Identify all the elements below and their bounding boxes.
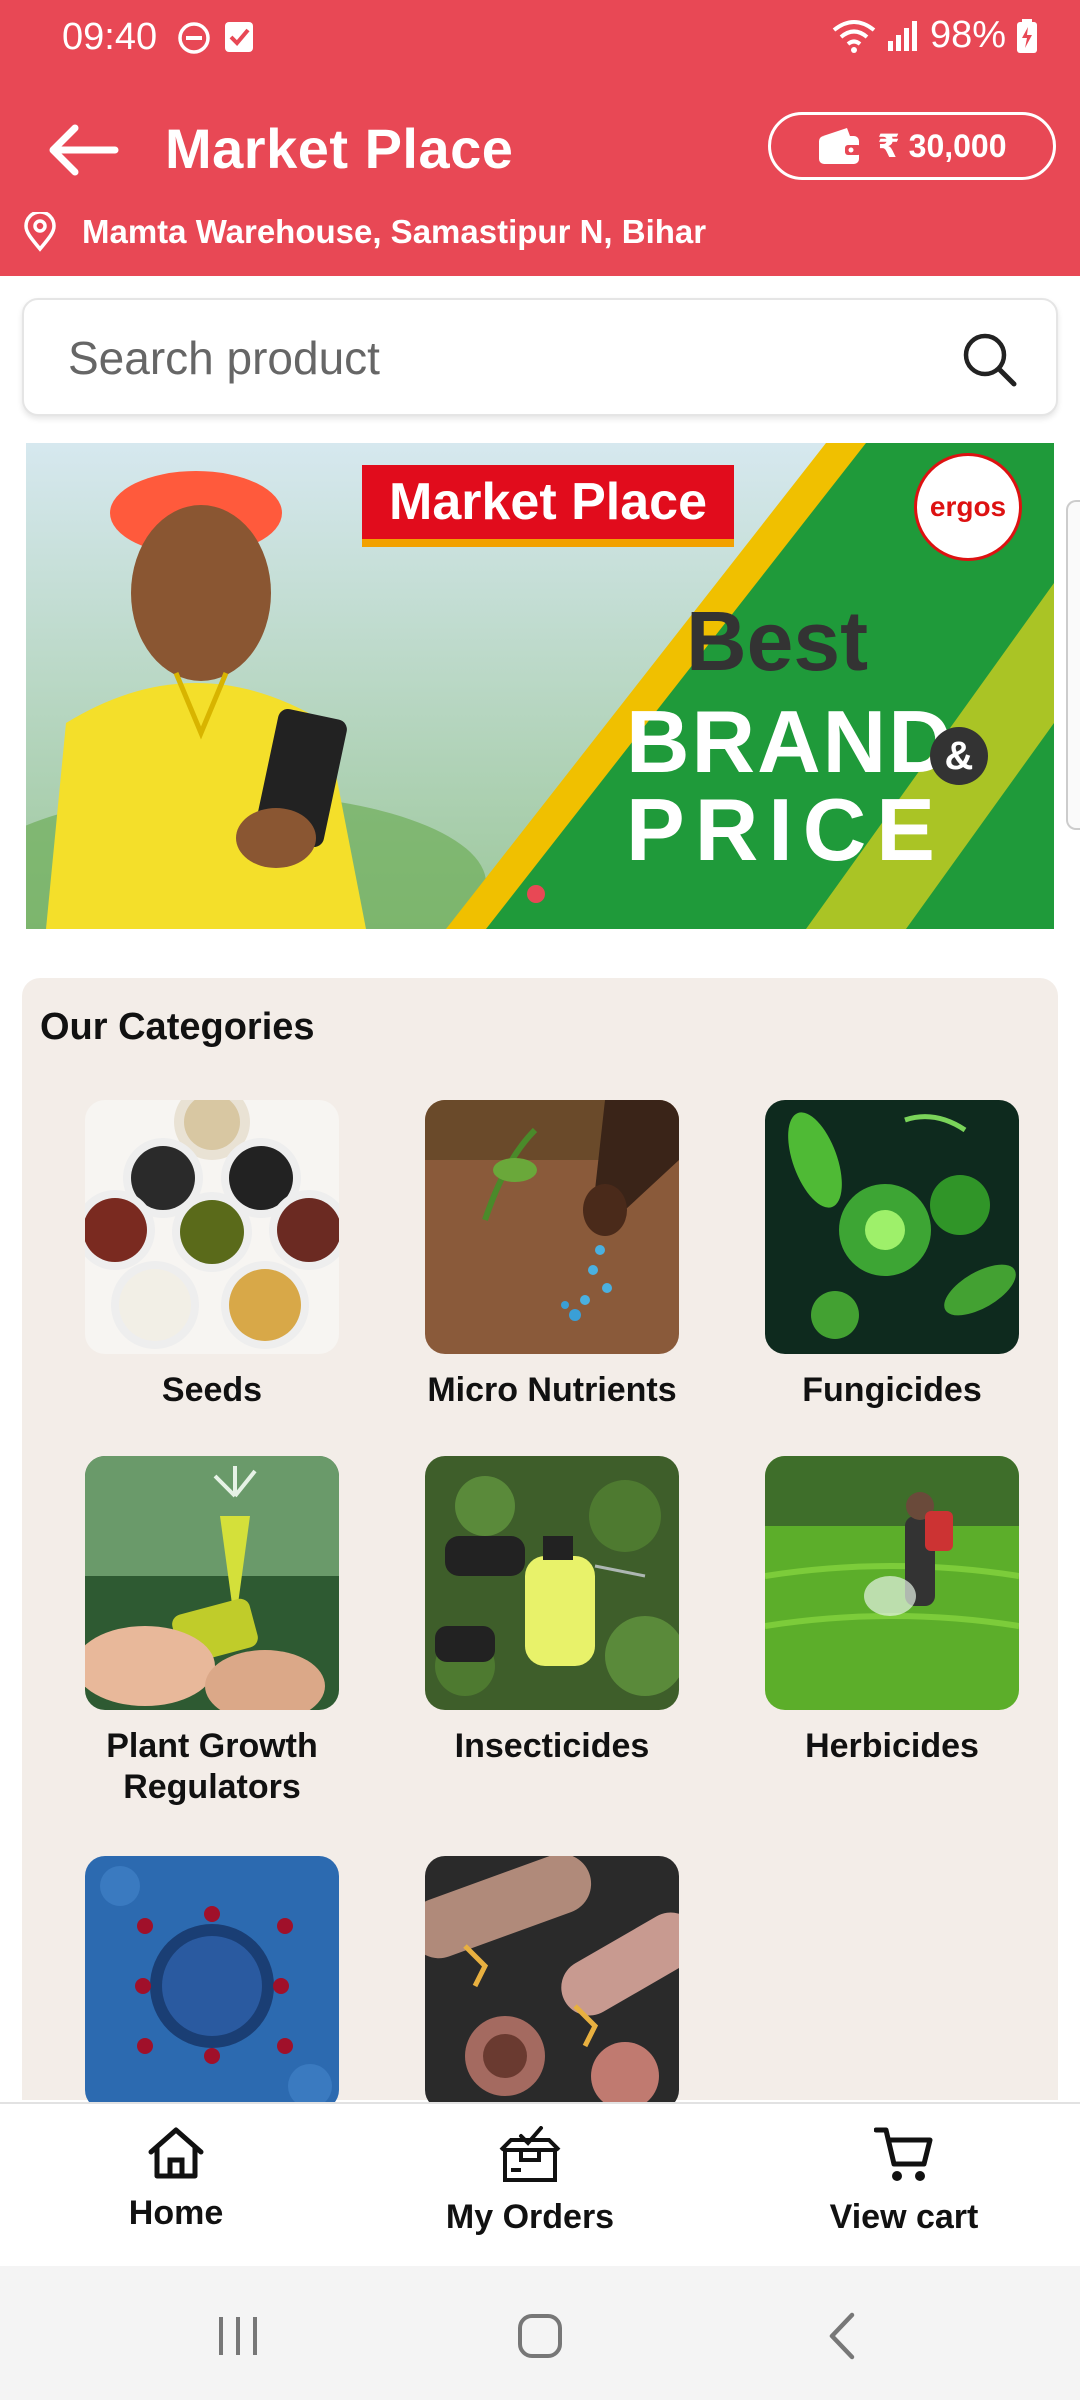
search-input[interactable] — [68, 320, 928, 396]
battery-charging-icon — [1017, 18, 1037, 53]
battery-percent: 98% — [929, 14, 1006, 56]
checkbox-icon — [225, 22, 253, 52]
category-plant-growth-regulators[interactable]: Plant Growth Regulators — [42, 1456, 382, 1808]
system-back-button[interactable] — [802, 2306, 882, 2366]
bottom-navigation: Home My Orders View cart — [0, 2102, 1080, 2266]
wallet-icon — [819, 128, 862, 164]
banner-line-brand: BRAND — [626, 692, 954, 791]
orders-box-icon — [499, 2126, 561, 2182]
back-button[interactable] — [40, 108, 124, 192]
home-circle-icon — [518, 2314, 562, 2358]
do-not-disturb-icon — [178, 22, 210, 54]
status-bar: 09:40 98% — [0, 0, 1080, 78]
promo-banner[interactable]: Market Place ergos Best BRAND & PRICE — [26, 443, 1054, 929]
recent-apps-icon — [219, 2317, 257, 2355]
nav-label: My Orders — [445, 2198, 615, 2236]
herbicides-image — [765, 1456, 1019, 1710]
category-label: Seeds — [161, 1371, 263, 1409]
category-insecticides[interactable]: Insecticides — [382, 1456, 722, 1767]
brand-logo: ergos — [914, 453, 1022, 561]
system-back-icon — [829, 2312, 855, 2360]
wallet-amount: ₹ 30,000 — [877, 128, 1007, 164]
category-herbicides[interactable]: Herbicides — [722, 1456, 1062, 1767]
status-right-group: 98% — [832, 14, 1038, 57]
category-label: Insecticides — [454, 1727, 650, 1765]
recent-apps-button[interactable] — [198, 2306, 278, 2366]
banner-line-price: PRICE — [626, 780, 945, 879]
search-icon[interactable] — [960, 330, 1018, 388]
category-bio-virus[interactable] — [42, 1856, 382, 2126]
insecticides-image — [425, 1456, 679, 1710]
status-time: 09:40 — [62, 16, 158, 58]
section-title: Our Categories — [40, 1006, 315, 1048]
search-bar — [22, 298, 1058, 416]
banner-next-peek — [1066, 500, 1080, 830]
app-header: Market Place ₹ 30,000 Mamta Warehouse, S… — [0, 78, 1080, 276]
category-label: Micro Nutrients — [427, 1371, 677, 1409]
category-seeds[interactable]: Seeds — [42, 1100, 382, 1411]
seeds-image — [85, 1100, 339, 1354]
carousel-indicator-dot[interactable] — [527, 885, 545, 903]
home-icon — [148, 2127, 204, 2179]
page-title: Market Place — [165, 117, 514, 180]
location-pin-icon — [24, 212, 56, 252]
system-navigation-bar — [0, 2266, 1080, 2400]
arrow-left-icon — [49, 124, 119, 176]
nav-home[interactable]: Home — [46, 2126, 306, 2256]
plant-growth-regulators-image — [85, 1456, 339, 1710]
location-selector[interactable]: Mamta Warehouse, Samastipur N, Bihar — [22, 212, 706, 252]
nav-view-cart[interactable]: View cart — [774, 2126, 1034, 2256]
location-text: Mamta Warehouse, Samastipur N, Bihar — [82, 213, 707, 250]
nav-label: Home — [128, 2194, 224, 2232]
banner-label: Market Place — [362, 465, 734, 547]
category-label: Plant Growth Regulators — [106, 1727, 318, 1806]
banner-line-best: Best — [686, 594, 869, 688]
category-bio-bacteria[interactable] — [382, 1856, 722, 2126]
category-fungicides[interactable]: Fungicides — [722, 1100, 1062, 1411]
cart-icon — [874, 2127, 933, 2181]
bacteria-image — [425, 1856, 679, 2110]
virus-image — [85, 1856, 339, 2110]
fungicides-image — [765, 1100, 1019, 1354]
nav-my-orders[interactable]: My Orders — [400, 2126, 660, 2256]
signal-icon — [887, 20, 917, 51]
category-micro-nutrients[interactable]: Micro Nutrients — [382, 1100, 722, 1411]
micro-nutrients-image — [425, 1100, 679, 1354]
system-home-button[interactable] — [500, 2306, 580, 2366]
categories-section: Our Categories Seeds Micro Nutrients Fun… — [22, 978, 1058, 2110]
banner-ampersand: & — [930, 727, 988, 785]
wifi-icon — [832, 19, 876, 53]
nav-label: View cart — [829, 2198, 979, 2236]
category-label: Herbicides — [805, 1727, 979, 1765]
category-label: Fungicides — [802, 1371, 982, 1409]
wallet-balance-button[interactable]: ₹ 30,000 — [768, 112, 1056, 180]
